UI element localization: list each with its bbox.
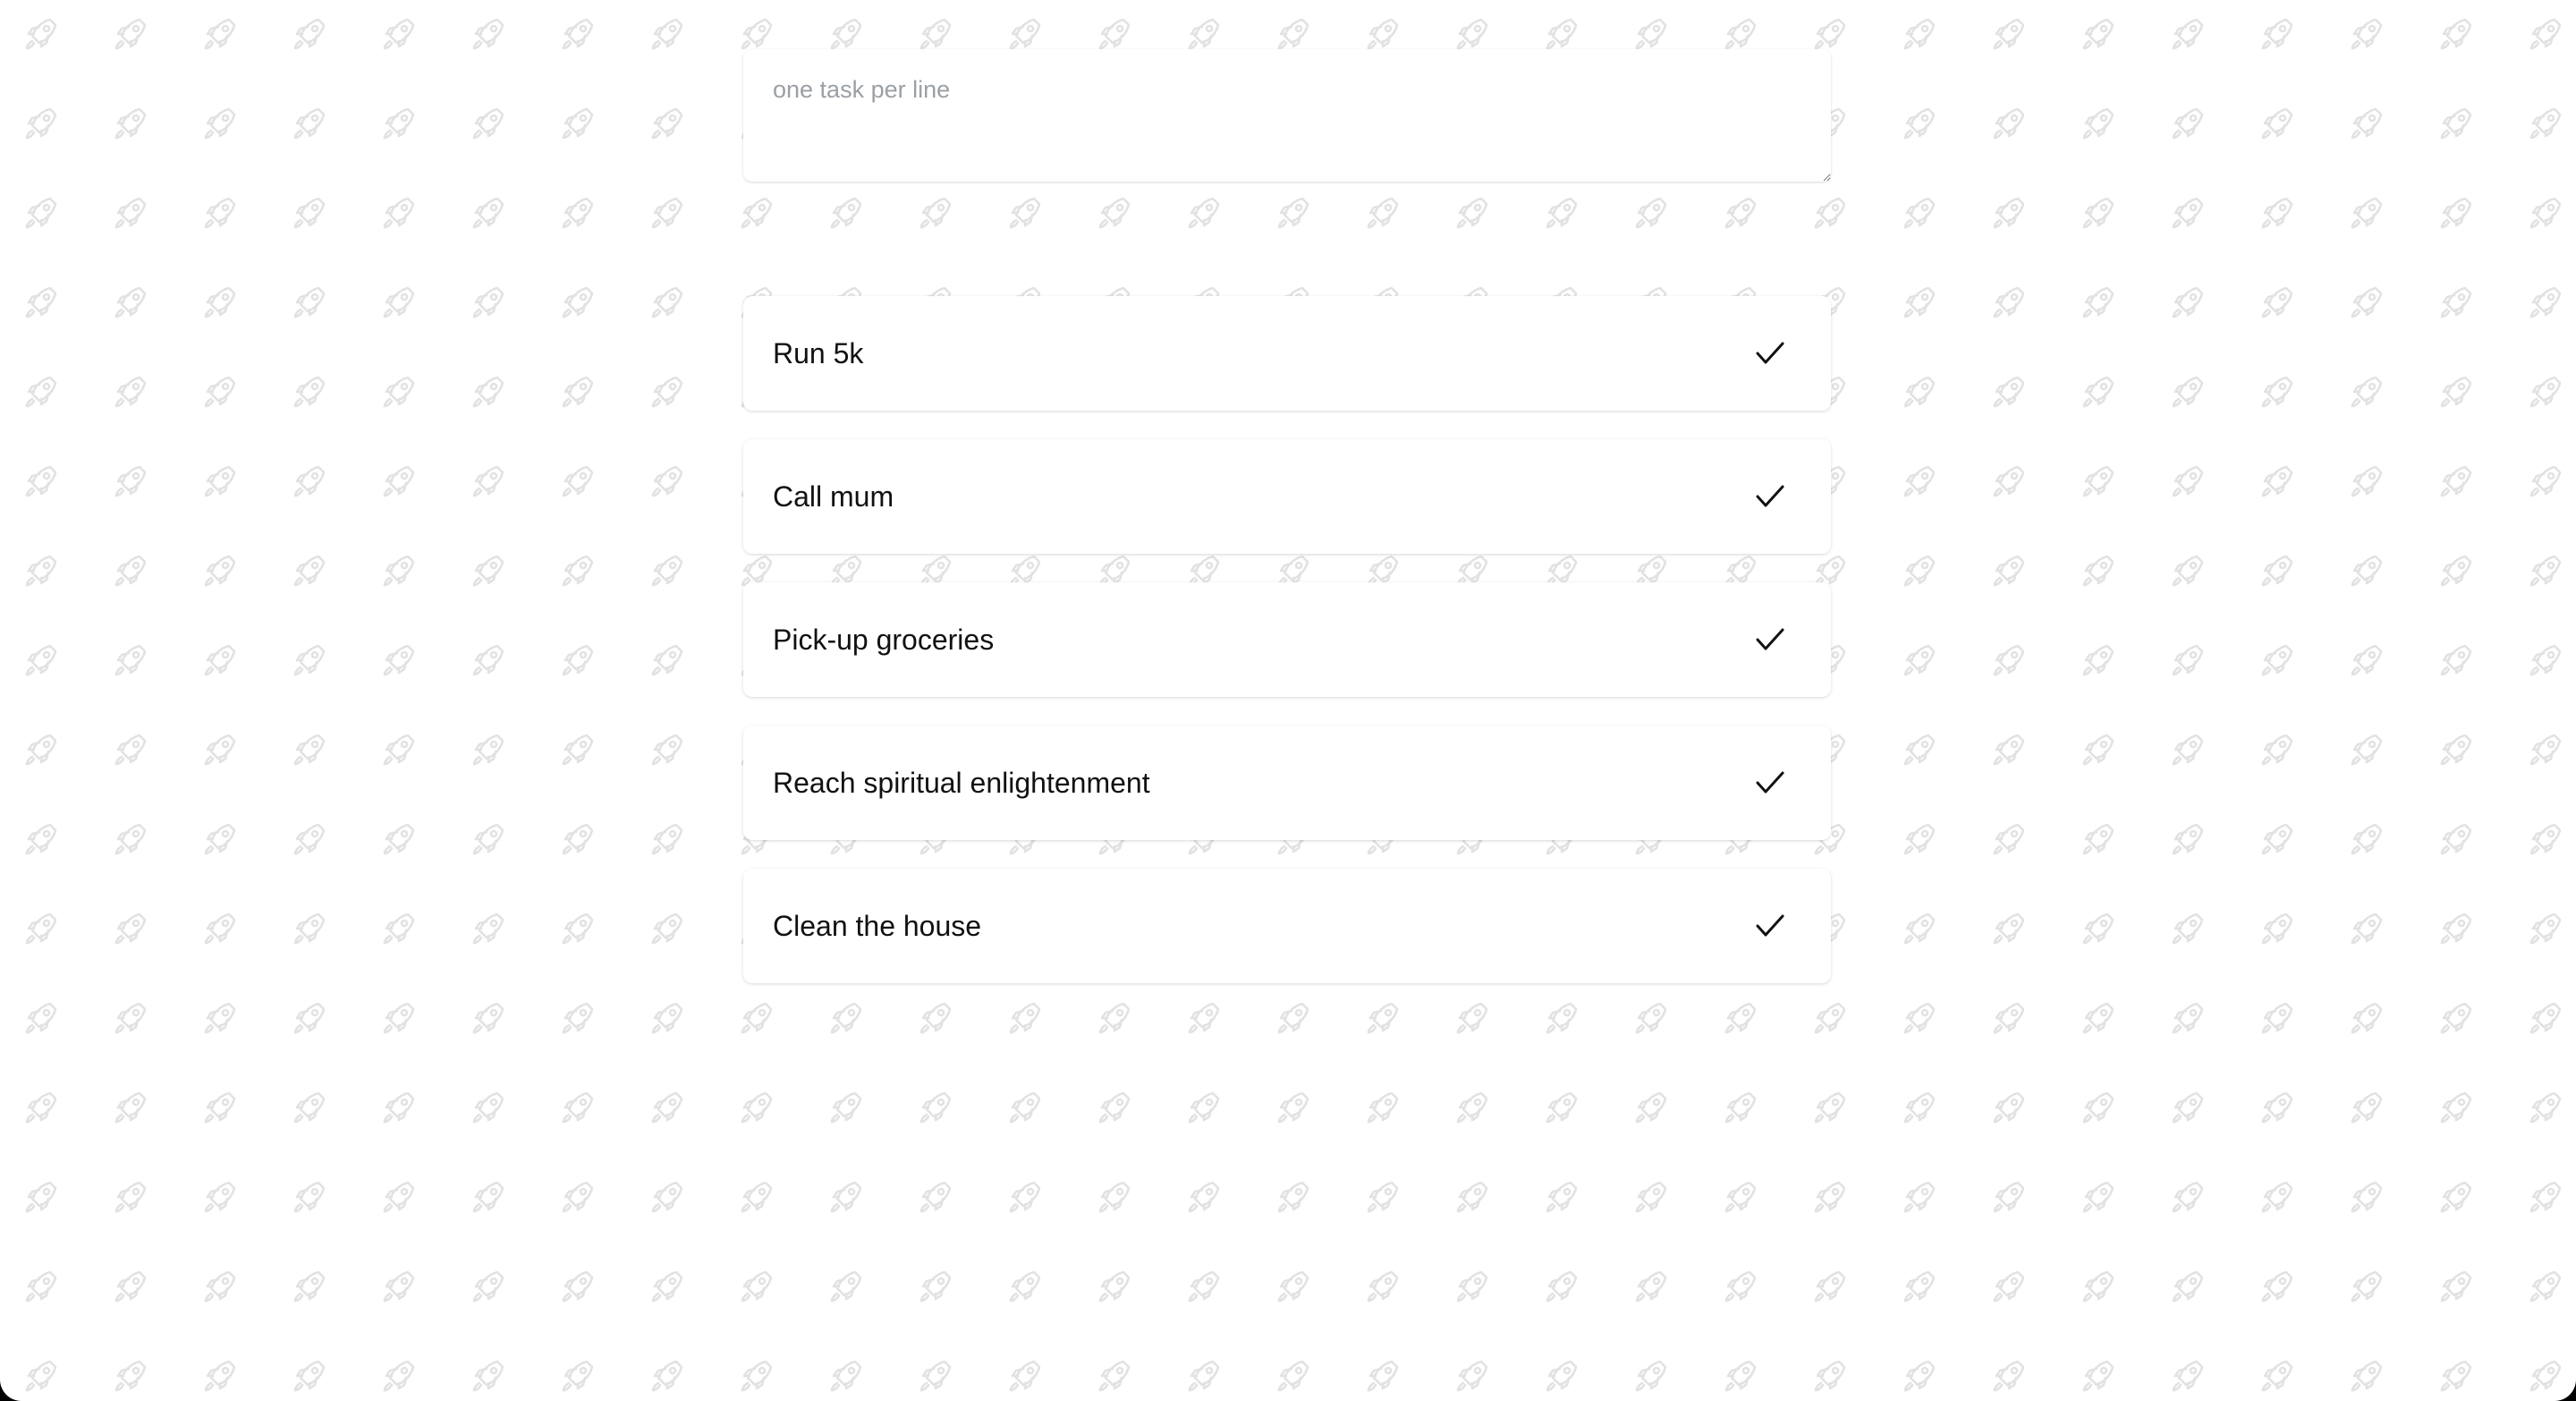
window-corner-left: [0, 1380, 21, 1401]
task-item: Pick-up groceries: [743, 582, 1831, 697]
task-label: Pick-up groceries: [773, 623, 995, 656]
complete-task-button[interactable]: [1745, 758, 1795, 808]
task-list: Run 5k Call mum Pick-up groceries Reach …: [743, 296, 1831, 983]
task-label: Reach spiritual enlightenment: [773, 766, 1150, 799]
task-entry-textarea[interactable]: [743, 49, 1831, 182]
check-icon: [1756, 914, 1784, 937]
window-corner-right: [2555, 1380, 2576, 1401]
task-label: Clean the house: [773, 909, 982, 942]
task-item: Reach spiritual enlightenment: [743, 726, 1831, 840]
task-item: Call mum: [743, 439, 1831, 554]
complete-task-button[interactable]: [1745, 471, 1795, 522]
task-label: Run 5k: [773, 336, 864, 369]
task-item: Run 5k: [743, 296, 1831, 411]
check-icon: [1756, 485, 1784, 507]
task-label: Call mum: [773, 480, 894, 513]
check-icon: [1756, 342, 1784, 364]
task-item: Clean the house: [743, 869, 1831, 983]
todo-app: Run 5k Call mum Pick-up groceries: [743, 49, 1831, 983]
complete-task-button[interactable]: [1745, 328, 1795, 378]
complete-task-button[interactable]: [1745, 615, 1795, 665]
complete-task-button[interactable]: [1745, 901, 1795, 951]
check-icon: [1756, 628, 1784, 650]
check-icon: [1756, 771, 1784, 794]
